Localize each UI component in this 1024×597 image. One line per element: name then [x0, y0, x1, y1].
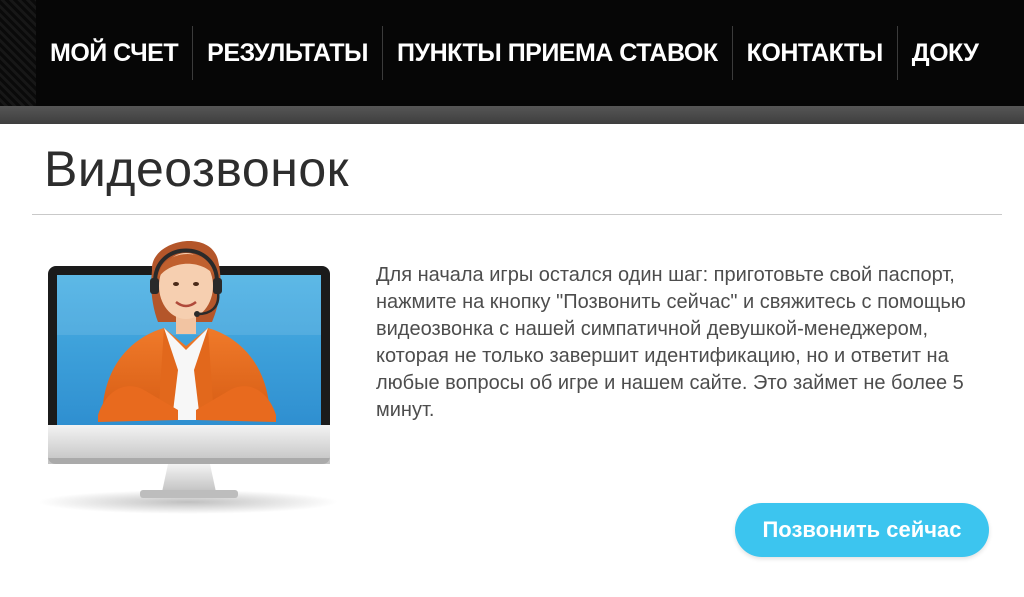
nav-item-contacts[interactable]: КОНТАКТЫ [733, 25, 897, 81]
title-divider [32, 214, 1002, 215]
nav-item-results[interactable]: РЕЗУЛЬТАТЫ [193, 25, 382, 81]
main-nav: МОЙ СЧЕТ РЕЗУЛЬТАТЫ ПУНКТЫ ПРИЕМА СТАВОК… [36, 0, 1024, 106]
nav-bottom-strip [0, 106, 1024, 124]
call-now-button[interactable]: Позвонить сейчас [735, 503, 989, 557]
nav-item-betting-points[interactable]: ПУНКТЫ ПРИЕМА СТАВОК [383, 25, 732, 81]
nav-item-documents[interactable]: ДОКУ [898, 25, 993, 81]
nav-item-my-account[interactable]: МОЙ СЧЕТ [36, 25, 192, 81]
operator-on-monitor-illustration [40, 241, 338, 514]
top-navigation-bar: МОЙ СЧЕТ РЕЗУЛЬТАТЫ ПУНКТЫ ПРИЕМА СТАВОК… [0, 0, 1024, 106]
video-call-description: Для начала игры остался один шаг: пригот… [376, 264, 966, 421]
page-title: Видеозвонок [44, 141, 350, 197]
